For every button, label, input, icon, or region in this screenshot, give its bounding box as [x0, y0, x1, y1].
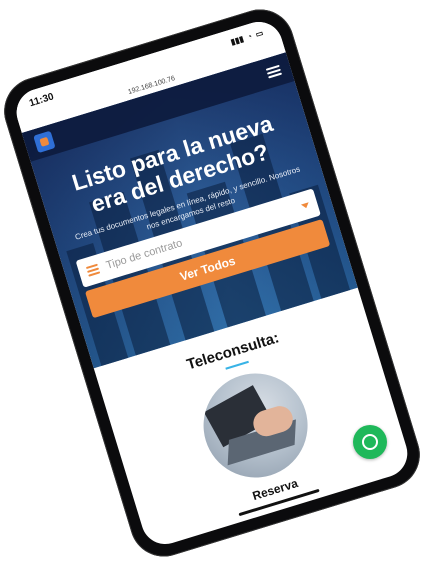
signal-icon: ▮▮▮ [229, 33, 245, 47]
status-time: 11:30 [27, 90, 56, 109]
chat-icon[interactable] [353, 425, 387, 459]
status-icons: ▮▮▮ ◔ ▭ [229, 28, 264, 46]
battery-icon: ▭ [254, 27, 265, 39]
chevron-down-icon [300, 201, 310, 209]
teleconsulta-image[interactable] [190, 360, 321, 491]
menu-icon[interactable] [265, 64, 283, 79]
list-icon [85, 263, 101, 277]
section-underline [225, 360, 249, 370]
logo[interactable] [33, 130, 56, 154]
logo-icon [33, 130, 56, 154]
phone-mockup: 11:30 ▮▮▮ ◔ ▭ 192.168.100.76 Listo para … [0, 1, 424, 565]
wifi-icon: ◔ [245, 31, 254, 42]
phone-screen: 11:30 ▮▮▮ ◔ ▭ 192.168.100.76 Listo para … [10, 16, 414, 550]
